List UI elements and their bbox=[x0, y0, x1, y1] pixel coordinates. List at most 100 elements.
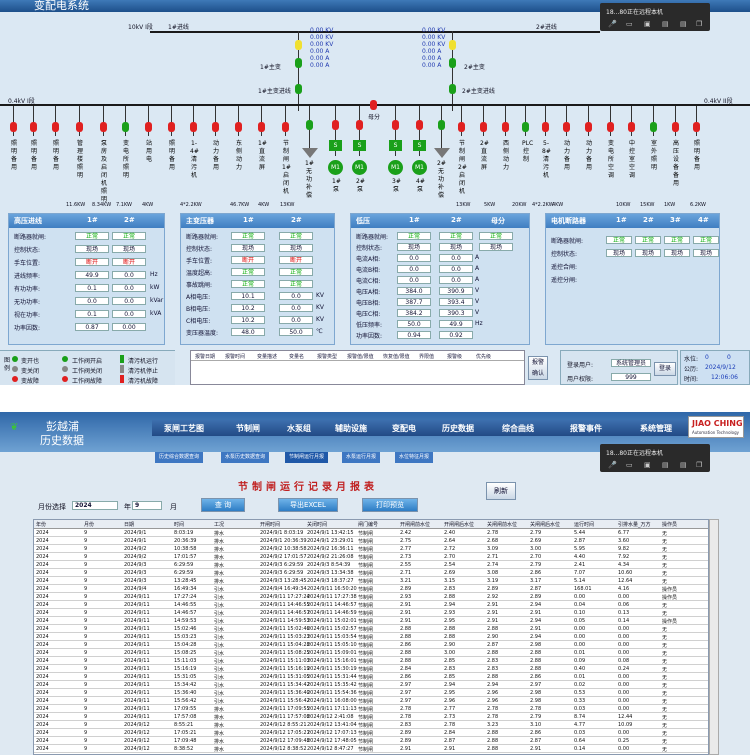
folder-icon[interactable]: ▤ bbox=[680, 20, 687, 28]
folder-icon[interactable]: ▤ bbox=[680, 461, 687, 469]
feeder-breaker[interactable] bbox=[52, 122, 59, 132]
table-scrollbar[interactable] bbox=[709, 519, 719, 755]
folder-icon[interactable]: ▤ bbox=[662, 461, 669, 469]
table-row[interactable]: 2024 9 2024/9/4 16:49:34 引水 2024/9/4 16:49:34… bbox=[34, 585, 708, 593]
login-button[interactable]: 登录 bbox=[654, 362, 676, 376]
table-row[interactable]: 2024 9 2024/9/11 15:02:46 引水 2024/9/11 15:02:… bbox=[34, 625, 708, 633]
refresh-button[interactable]: 刷新 bbox=[486, 482, 516, 500]
table-row[interactable]: 2024 9 2024/9/11 15:16:19 引水 2024/9/11 15:16:… bbox=[34, 665, 708, 673]
table-header-cell[interactable]: 年份 bbox=[36, 521, 46, 528]
tr1-breaker[interactable] bbox=[295, 58, 302, 68]
subtab-sluice-monthly[interactable]: 节制闸运行月报 bbox=[285, 452, 329, 463]
soft-starter-icon[interactable]: S bbox=[353, 140, 366, 151]
table-header-cell[interactable]: 月份 bbox=[84, 521, 94, 528]
feeder-breaker[interactable] bbox=[235, 122, 242, 132]
table-row[interactable]: 2024 9 2024/9/11 17:09:55 排水 2024/9/11 17:09:… bbox=[34, 705, 708, 713]
table-header-cell[interactable]: 操作员 bbox=[662, 521, 677, 528]
feeder-breaker[interactable] bbox=[628, 122, 635, 132]
motor-icon[interactable]: M1 bbox=[328, 160, 343, 175]
feeder-breaker[interactable] bbox=[190, 122, 197, 132]
feeder-breaker[interactable] bbox=[502, 122, 509, 132]
table-row[interactable]: 2024 9 2024/9/12 8:55:21 排水 2024/9/12 8:55:21… bbox=[34, 721, 708, 729]
feeder-breaker[interactable] bbox=[122, 122, 129, 132]
subtab-pump-history[interactable]: 水泵历史数据查询 bbox=[221, 452, 270, 463]
table-row[interactable]: 2024 9 2024/9/11 15:03:23 引水 2024/9/11 15:03:… bbox=[34, 633, 708, 641]
table-row[interactable]: 2024 9 2024/9/3 13:28:45 排水 2024/9/3 13:28:45… bbox=[34, 577, 708, 585]
table-row[interactable]: 2024 9 2024/9/11 14:46:57 引水 2024/9/11 14:46:… bbox=[34, 609, 708, 617]
pump-breaker[interactable] bbox=[392, 120, 399, 130]
table-row[interactable]: 2024 9 2024/9/3 6:29:59 排水 2024/9/3 6:29:59 20… bbox=[34, 561, 708, 569]
feeder-breaker[interactable] bbox=[10, 122, 17, 132]
feeder-breaker[interactable] bbox=[145, 122, 152, 132]
table-row[interactable]: 2024 9 2024/9/2 17:01:57 排水 2024/9/2 17:01:57… bbox=[34, 553, 708, 561]
soft-starter-icon[interactable]: S bbox=[413, 140, 426, 151]
feeder-breaker[interactable] bbox=[458, 122, 465, 132]
query-button[interactable]: 查 询 bbox=[201, 498, 245, 512]
table-header-cell[interactable]: 关闸闸后水位 bbox=[530, 521, 560, 528]
feeder-breaker[interactable] bbox=[30, 122, 37, 132]
table-header-cell[interactable]: 工况 bbox=[214, 521, 224, 528]
table-row[interactable]: 2024 9 2024/9/11 17:57:08 排水 2024/9/11 17:57:… bbox=[34, 713, 708, 721]
pump-breaker[interactable] bbox=[416, 120, 423, 130]
tr1-lv-breaker[interactable] bbox=[295, 84, 302, 94]
table-header-cell[interactable]: 时间 bbox=[174, 521, 184, 528]
nav-process[interactable]: 泵闸工艺图 bbox=[164, 423, 204, 434]
tr2-lv-breaker[interactable] bbox=[449, 84, 456, 94]
feeder-breaker[interactable] bbox=[563, 122, 570, 132]
table-header-cell[interactable]: 开闸时间 bbox=[260, 521, 280, 528]
table-header-cell[interactable]: 关闸闸前水位 bbox=[487, 521, 517, 528]
nav-curves[interactable]: 综合曲线 bbox=[502, 423, 534, 434]
table-header-cell[interactable]: 关闭时间 bbox=[307, 521, 327, 528]
motor-icon[interactable]: M1 bbox=[388, 160, 403, 175]
table-row[interactable]: 2024 9 2024/9/11 14:46:55 引水 2024/9/11 14:46:… bbox=[34, 601, 708, 609]
window-icon[interactable]: ❐ bbox=[696, 20, 702, 28]
nav-alarms[interactable]: 报警事件 bbox=[570, 423, 602, 434]
feeder-breaker[interactable] bbox=[480, 122, 487, 132]
motor-icon[interactable]: M1 bbox=[352, 160, 367, 175]
table-row[interactable]: 2024 9 2024/9/3 6:29:59 排水 2024/9/3 6:29:59 20… bbox=[34, 569, 708, 577]
table-row[interactable]: 2024 9 2024/9/1 20:36:39 排水 2024/9/1 20:36:39… bbox=[34, 537, 708, 545]
feeder-breaker[interactable] bbox=[542, 122, 549, 132]
table-row[interactable]: 2024 9 2024/9/11 17:27:24 引水 2024/9/11 17:27:… bbox=[34, 593, 708, 601]
soft-starter-icon[interactable]: S bbox=[389, 140, 402, 151]
window-icon[interactable]: ❐ bbox=[696, 461, 702, 469]
table-row[interactable]: 2024 9 2024/9/11 15:34:42 引水 2024/9/11 15:34:… bbox=[34, 681, 708, 689]
pump-breaker[interactable] bbox=[438, 120, 445, 130]
bus-coupler-breaker[interactable] bbox=[370, 100, 377, 110]
subtab-combined[interactable]: 历史综合数据查询 bbox=[155, 452, 204, 463]
table-header-cell[interactable]: 开闸闸后水位 bbox=[444, 521, 474, 528]
table-row[interactable]: 2024 9 2024/9/2 10:38:58 排水 2024/9/2 10:38:58… bbox=[34, 545, 708, 553]
nav-system[interactable]: 系统管理 bbox=[640, 423, 672, 434]
folder-icon[interactable]: ▤ bbox=[662, 20, 669, 28]
feeder-breaker[interactable] bbox=[522, 122, 529, 132]
feeder-breaker[interactable] bbox=[100, 122, 107, 132]
table-row[interactable]: 2024 9 2024/9/11 15:11:03 引水 2024/9/11 15:11:… bbox=[34, 657, 708, 665]
month-select[interactable]: 9 bbox=[132, 501, 162, 510]
feeder-breaker[interactable] bbox=[282, 122, 289, 132]
export-excel-button[interactable]: 导出EXCEL bbox=[278, 498, 338, 512]
alarm-confirm-button[interactable]: 报警 确认 bbox=[528, 356, 548, 380]
microphone-icon[interactable]: 🎤 bbox=[608, 20, 617, 28]
nav-aux[interactable]: 辅助设施 bbox=[335, 423, 367, 434]
monitor-icon[interactable]: ▣ bbox=[644, 20, 651, 28]
table-row[interactable]: 2024 9 2024/9/11 15:56:42 引水 2024/9/11 15:56:… bbox=[34, 697, 708, 705]
table-row[interactable]: 2024 9 2024/9/11 15:36:40 引水 2024/9/11 15:36:… bbox=[34, 689, 708, 697]
video-icon[interactable]: ▭ bbox=[626, 461, 633, 469]
table-row[interactable]: 2024 9 2024/9/11 15:31:05 引水 2024/9/11 15:31:… bbox=[34, 673, 708, 681]
feeder-breaker[interactable] bbox=[212, 122, 219, 132]
nav-sluice[interactable]: 节制闸 bbox=[236, 423, 260, 434]
nav-power[interactable]: 变配电 bbox=[392, 423, 416, 434]
table-header-cell[interactable]: 开闸闸前水位 bbox=[400, 521, 430, 528]
table-header-cell[interactable]: 引排水量_万方 bbox=[618, 521, 651, 528]
nav-pumps[interactable]: 水泵组 bbox=[287, 423, 311, 434]
table-row[interactable]: 2024 9 2024/9/11 15:04:28 引水 2024/9/11 15:04:… bbox=[34, 641, 708, 649]
table-row[interactable]: 2024 9 2024/9/12 17:09:48 排水 2024/9/12 17:09:… bbox=[34, 737, 708, 745]
pump-breaker[interactable] bbox=[356, 120, 363, 130]
feeder-breaker[interactable] bbox=[168, 122, 175, 132]
motor-icon[interactable]: M1 bbox=[412, 160, 427, 175]
feeder-breaker[interactable] bbox=[585, 122, 592, 132]
alarm-event-table[interactable]: 报警日期 报警时间 变量描述 变量名 报警类型 报警值/限值 恢复值/限值 界限… bbox=[190, 350, 525, 385]
feeder-breaker[interactable] bbox=[650, 122, 657, 132]
feeder-breaker[interactable] bbox=[693, 122, 700, 132]
feeder-breaker[interactable] bbox=[76, 122, 83, 132]
